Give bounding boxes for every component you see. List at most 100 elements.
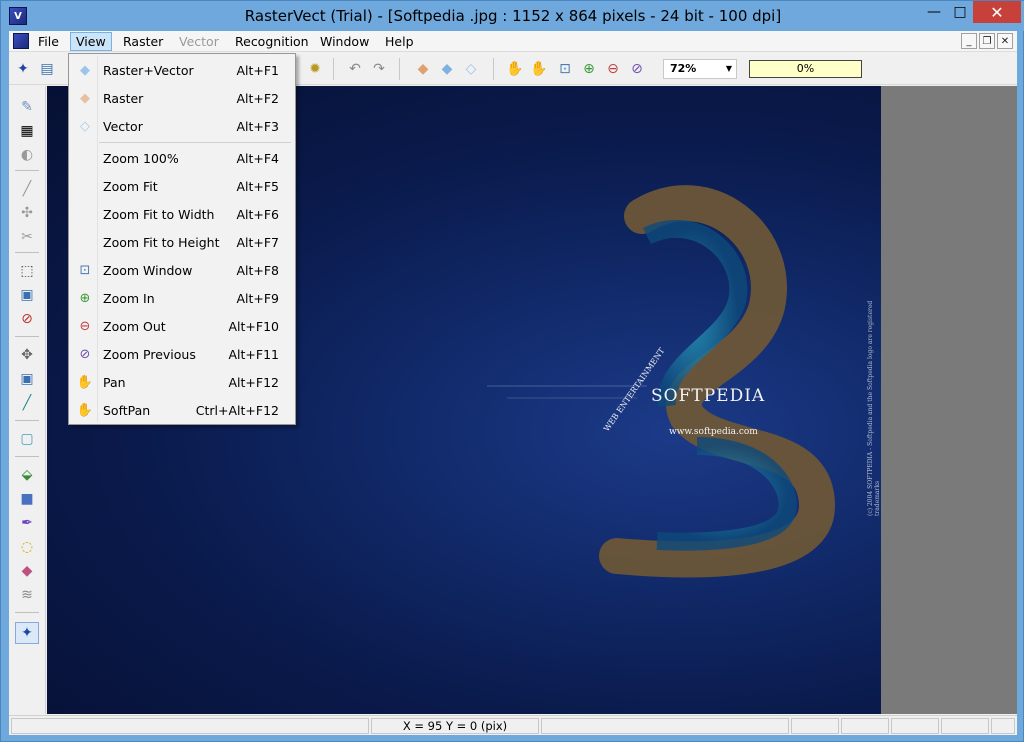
zoom-previous-icon[interactable]: ⊘	[627, 59, 647, 79]
zoom-select[interactable]: 72% ▼	[663, 59, 737, 79]
menu-item-zoom-fit-height[interactable]: Zoom Fit to Height Alt+F7	[71, 228, 293, 256]
node-tool-icon[interactable]: ✣	[15, 202, 39, 224]
pan-hand-icon: ✋	[76, 374, 94, 390]
zoom-window-icon[interactable]: ⊡	[555, 59, 575, 79]
menu-help[interactable]: Help	[380, 32, 419, 51]
status-panel-message	[11, 718, 369, 734]
vector-icon: ◇	[80, 118, 90, 134]
chevron-down-icon[interactable]: ▼	[722, 60, 736, 78]
transform-icon[interactable]: ▣	[15, 368, 39, 390]
menu-item-zoom-in[interactable]: ⊕ Zoom In Alt+F9	[71, 284, 293, 312]
maximize-button[interactable]: □	[947, 1, 973, 23]
menu-item-shortcut: Alt+F8	[236, 263, 279, 278]
menu-separator	[99, 142, 291, 143]
image-brand-text: SOFTPEDIA	[651, 386, 766, 406]
mdi-minimize-button[interactable]: _	[961, 33, 977, 49]
menu-item-zoom-100[interactable]: Zoom 100% Alt+F4	[71, 144, 293, 172]
line-tool-icon[interactable]: ╱	[15, 178, 39, 200]
zoom-out-icon[interactable]: ⊖	[603, 59, 623, 79]
menu-item-shortcut: Ctrl+Alt+F12	[195, 403, 279, 418]
menu-item-label: Zoom Window	[103, 263, 193, 278]
menu-bar: File View Raster Vector Recognition Wind…	[9, 31, 1017, 52]
menu-item-shortcut: Alt+F10	[228, 319, 280, 334]
no-select-icon[interactable]: ⊘	[15, 308, 39, 330]
menu-item-label: Pan	[103, 375, 126, 390]
minimize-button[interactable]: —	[921, 1, 947, 23]
settings-gear-icon[interactable]: ✹	[305, 59, 325, 79]
menu-window[interactable]: Window	[315, 32, 374, 51]
select-rect-icon[interactable]: ⬚	[15, 260, 39, 282]
gradient-icon[interactable]: ■	[15, 488, 39, 510]
scissors-icon[interactable]: ✂	[15, 226, 39, 248]
title-bar[interactable]: V RasterVect (Trial) - [Softpedia .jpg :…	[1, 1, 1024, 31]
fill-icon[interactable]: ⬙	[15, 464, 39, 486]
menu-item-shortcut: Alt+F3	[236, 119, 279, 134]
menu-item-softpan[interactable]: ✋ SoftPan Ctrl+Alt+F12	[71, 396, 293, 424]
softpan-hand-icon: ✋	[76, 402, 94, 418]
lasso-icon[interactable]: ◌	[15, 536, 39, 558]
app-window: V RasterVect (Trial) - [Softpedia .jpg :…	[0, 0, 1024, 742]
menu-item-vector[interactable]: ◇ Vector Alt+F3	[71, 112, 293, 140]
menu-vector[interactable]: Vector	[174, 32, 224, 51]
close-button[interactable]: ✕	[973, 1, 1021, 23]
menu-raster[interactable]: Raster	[118, 32, 168, 51]
menu-item-shortcut: Alt+F7	[236, 235, 279, 250]
menu-item-label: SoftPan	[103, 403, 151, 418]
status-panel-a	[791, 718, 839, 734]
menu-item-zoom-fit[interactable]: Zoom Fit Alt+F5	[71, 172, 293, 200]
checker-icon[interactable]: ▦	[15, 120, 39, 142]
mdi-close-button[interactable]: ✕	[997, 33, 1013, 49]
menu-item-shortcut: Alt+F11	[228, 347, 280, 362]
menu-item-zoom-previous[interactable]: ⊘ Zoom Previous Alt+F11	[71, 340, 293, 368]
mdi-restore-button[interactable]: ❐	[979, 33, 995, 49]
filter-icon[interactable]: ◐	[15, 144, 39, 166]
zoom-out-icon: ⊖	[79, 318, 91, 334]
rectangle-icon[interactable]: ▢	[15, 428, 39, 450]
view-menu-dropdown: ◆ Raster+Vector Alt+F1 ◆ Raster Alt+F2 ◇…	[68, 53, 296, 425]
menu-item-zoom-window[interactable]: ⊡ Zoom Window Alt+F8	[71, 256, 293, 284]
menu-file[interactable]: File	[33, 32, 64, 51]
line-draw-icon[interactable]: ╱	[15, 392, 39, 414]
layers-icon[interactable]: ≋	[15, 584, 39, 606]
raster-view-icon[interactable]: ◆	[413, 59, 433, 79]
menu-view[interactable]: View	[70, 32, 112, 51]
resize-grip[interactable]	[991, 718, 1015, 734]
softpan-hand-icon[interactable]: ✋	[529, 59, 549, 79]
pen-icon[interactable]: ✒	[15, 512, 39, 534]
status-panel-d	[941, 718, 989, 734]
menu-item-raster-vector[interactable]: ◆ Raster+Vector Alt+F1	[71, 56, 293, 84]
document-icon[interactable]	[13, 33, 29, 49]
brush-icon[interactable]: ✎	[15, 96, 39, 118]
undo-icon[interactable]: ↶	[345, 59, 365, 79]
raster-vector-view-icon[interactable]: ◆	[437, 59, 457, 79]
shapes-icon[interactable]: ◆	[15, 560, 39, 582]
menu-item-zoom-fit-width[interactable]: Zoom Fit to Width Alt+F6	[71, 200, 293, 228]
raster-vector-icon: ◆	[80, 62, 90, 78]
zoom-previous-icon: ⊘	[79, 346, 91, 362]
pan-hand-icon[interactable]: ✋	[505, 59, 525, 79]
menu-item-raster[interactable]: ◆ Raster Alt+F2	[71, 84, 293, 112]
move-icon[interactable]: ✥	[15, 344, 39, 366]
open-icon[interactable]: ▤	[37, 59, 57, 79]
vector-view-icon[interactable]: ◇	[461, 59, 481, 79]
window-title: RasterVect (Trial) - [Softpedia .jpg : 1…	[244, 7, 782, 25]
menu-item-shortcut: Alt+F2	[236, 91, 279, 106]
redo-icon[interactable]: ↷	[369, 59, 389, 79]
menu-item-label: Zoom Fit	[103, 179, 158, 194]
status-panel-c	[891, 718, 939, 734]
status-panel-b	[841, 718, 889, 734]
menu-item-shortcut: Alt+F4	[236, 151, 279, 166]
compass-icon[interactable]: ✦	[15, 622, 39, 644]
menu-item-pan[interactable]: ✋ Pan Alt+F12	[71, 368, 293, 396]
menu-item-label: Zoom Fit to Width	[103, 207, 215, 222]
wand-icon[interactable]: ✦	[13, 59, 33, 79]
menu-item-label: Zoom Out	[103, 319, 166, 334]
menu-recognition[interactable]: Recognition	[230, 32, 314, 51]
select-layer-icon[interactable]: ▣	[15, 284, 39, 306]
menu-item-zoom-out[interactable]: ⊖ Zoom Out Alt+F10	[71, 312, 293, 340]
zoom-in-icon[interactable]: ⊕	[579, 59, 599, 79]
progress-indicator: 0%	[749, 60, 862, 78]
left-toolbox: ✎ ▦ ◐ ╱ ✣ ✂ ⬚ ▣ ⊘ ✥ ▣ ╱ ▢ ⬙ ■ ✒ ◌ ◆ ≋ ✦	[9, 86, 46, 714]
zoom-in-icon: ⊕	[79, 290, 91, 306]
image-side-text: (c) 2004 SOFTPEDIA - Softpedia and the S…	[867, 300, 881, 516]
